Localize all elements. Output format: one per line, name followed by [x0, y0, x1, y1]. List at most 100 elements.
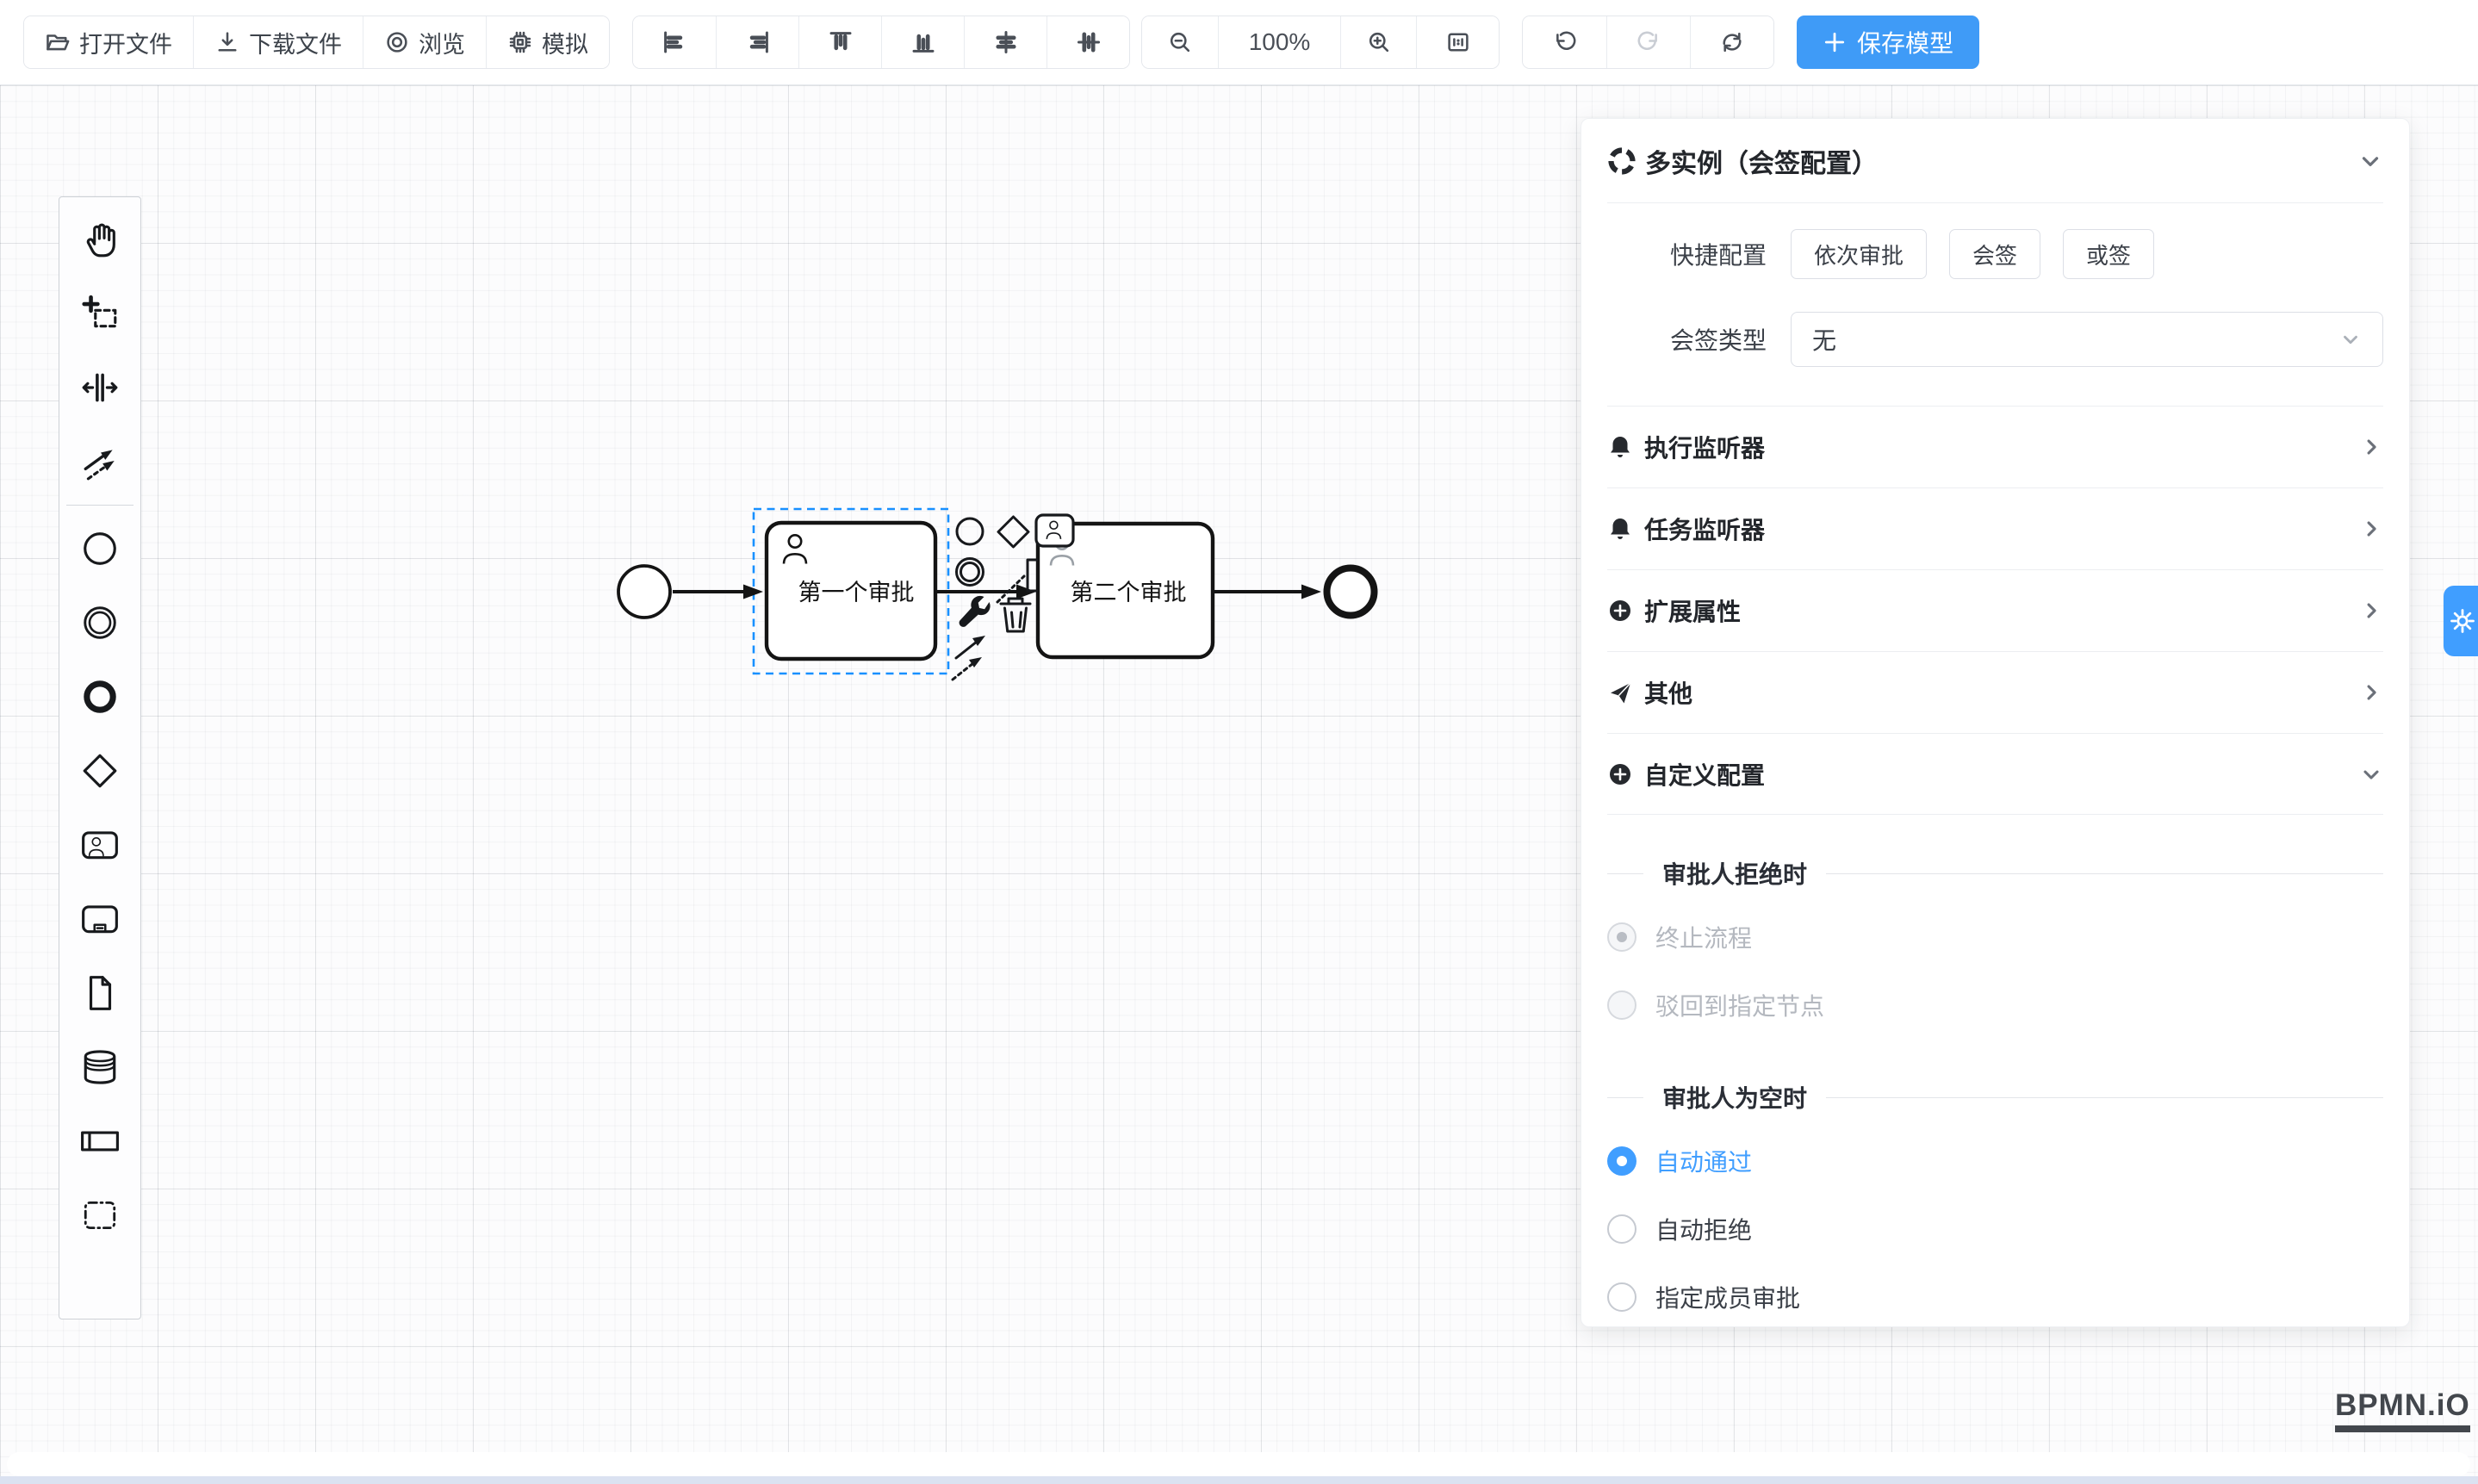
- save-model-label: 保存模型: [1857, 25, 1953, 59]
- create-group[interactable]: [63, 1178, 137, 1252]
- zoom-level-display[interactable]: 100%: [1218, 16, 1340, 68]
- chevron-down-icon[interactable]: [2357, 148, 2383, 174]
- align-top-icon: [828, 29, 854, 55]
- hand-tool[interactable]: [63, 202, 137, 276]
- distribute-vertical-icon: [1076, 29, 1102, 55]
- undo-button[interactable]: [1523, 16, 1606, 68]
- create-end-event[interactable]: [63, 660, 137, 734]
- wrench-change-type-icon[interactable]: [960, 596, 991, 627]
- file-button-group: 打开文件 下载文件 浏览 模拟: [23, 16, 610, 69]
- quick-config-label: 快捷配置: [1607, 237, 1767, 271]
- bell-icon: [1607, 516, 1633, 542]
- lasso-tool[interactable]: [63, 276, 137, 351]
- plus-circle-icon: [1607, 598, 1633, 624]
- accordion-list: 执行监听器 任务监听器 扩展属性 其他: [1607, 406, 2383, 815]
- section-task-listener[interactable]: 任务监听器: [1607, 487, 2383, 569]
- create-data-store[interactable]: [63, 1030, 137, 1104]
- task-label: 第一个审批: [798, 580, 915, 605]
- start-event[interactable]: [618, 566, 670, 618]
- chevron-down-icon: [2339, 328, 2362, 351]
- create-intermediate-event[interactable]: [63, 586, 137, 660]
- radio-auto-reject[interactable]: 自动拒绝: [1607, 1195, 2383, 1263]
- append-intermediate-event-icon[interactable]: [957, 559, 984, 586]
- settings-tab[interactable]: [2444, 586, 2478, 656]
- sign-type-value: 无: [1812, 322, 1836, 357]
- radio-auto-pass[interactable]: 自动通过: [1607, 1127, 2383, 1195]
- zoom-out-button[interactable]: [1142, 16, 1218, 68]
- download-icon: [214, 29, 240, 55]
- connect-tool-icon[interactable]: [953, 636, 985, 680]
- intermediate-event-icon: [80, 603, 120, 643]
- user-task-icon: [80, 825, 120, 865]
- preview-icon: [384, 29, 410, 55]
- radio-terminate-process[interactable]: 终止流程: [1607, 903, 2383, 971]
- zoom-out-icon: [1167, 29, 1193, 55]
- align-center-button[interactable]: [1046, 16, 1129, 68]
- history-button-group: [1522, 16, 1774, 69]
- preview-label: 浏览: [419, 26, 465, 59]
- chevron-down-icon: [2359, 762, 2383, 786]
- empty-section-title: 审批人为空时: [1607, 1080, 2383, 1115]
- align-right-button[interactable]: [716, 16, 798, 68]
- multi-instance-icon: [1607, 146, 1636, 176]
- subprocess-icon: [80, 899, 120, 939]
- or-sign-button[interactable]: 或签: [2063, 229, 2154, 279]
- section-extended-attributes[interactable]: 扩展属性: [1607, 569, 2383, 651]
- countersign-button[interactable]: 会签: [1949, 229, 2040, 279]
- zoom-in-button[interactable]: [1340, 16, 1416, 68]
- create-participant[interactable]: [63, 1104, 137, 1178]
- restart-button[interactable]: [1690, 16, 1773, 68]
- open-file-button[interactable]: 打开文件: [24, 16, 193, 68]
- align-button-group: [632, 16, 1130, 69]
- create-data-object[interactable]: [63, 956, 137, 1030]
- create-gateway[interactable]: [63, 734, 137, 808]
- panel-header[interactable]: 多实例（会签配置）: [1607, 119, 2383, 203]
- space-tool[interactable]: [63, 351, 137, 425]
- task-label: 第二个审批: [1071, 580, 1187, 605]
- section-label: 任务监听器: [1644, 512, 1765, 546]
- align-bottom-icon: [910, 29, 936, 55]
- simulate-button[interactable]: 模拟: [486, 16, 609, 68]
- restart-icon: [1719, 29, 1745, 55]
- section-label: 自定义配置: [1644, 757, 1765, 792]
- zoom-button-group: 100%: [1141, 16, 1500, 69]
- user-task-first-approval[interactable]: 第一个审批: [767, 523, 935, 659]
- element-palette: [59, 196, 141, 1319]
- fit-viewport-button[interactable]: [1416, 16, 1499, 68]
- end-event[interactable]: [1327, 568, 1375, 616]
- section-other[interactable]: 其他: [1607, 651, 2383, 733]
- align-top-button[interactable]: [798, 16, 881, 68]
- section-custom-config[interactable]: 自定义配置: [1607, 733, 2383, 815]
- bpmn-io-watermark[interactable]: BPMN.iO: [2335, 1388, 2470, 1432]
- redo-button[interactable]: [1606, 16, 1690, 68]
- preview-button[interactable]: 浏览: [363, 16, 486, 68]
- section-label: 其他: [1644, 675, 1692, 710]
- plus-icon: [1823, 30, 1847, 54]
- open-folder-icon: [45, 29, 71, 55]
- sequential-approve-button[interactable]: 依次审批: [1791, 229, 1927, 279]
- radio-circle: [1607, 1214, 1636, 1244]
- align-middle-button[interactable]: [964, 16, 1046, 68]
- radio-return-to-node[interactable]: 驳回到指定节点: [1607, 971, 2383, 1039]
- chevron-right-icon: [2359, 680, 2383, 705]
- radio-assign-member[interactable]: 指定成员审批: [1607, 1263, 2383, 1327]
- global-connect-tool[interactable]: [63, 425, 137, 499]
- create-start-event[interactable]: [63, 512, 137, 586]
- radio-label: 指定成员审批: [1655, 1280, 1800, 1314]
- align-bottom-button[interactable]: [881, 16, 964, 68]
- create-subprocess[interactable]: [63, 882, 137, 956]
- append-end-event-icon[interactable]: [957, 518, 983, 544]
- create-user-task[interactable]: [63, 808, 137, 882]
- section-label: 执行监听器: [1644, 430, 1765, 464]
- trash-delete-icon[interactable]: [1001, 599, 1030, 631]
- download-file-label: 下载文件: [249, 26, 342, 59]
- hand-icon: [80, 220, 120, 259]
- save-model-button[interactable]: 保存模型: [1797, 16, 1979, 69]
- fit-viewport-icon: [1445, 29, 1471, 55]
- section-execution-listener[interactable]: 执行监听器: [1607, 406, 2383, 487]
- download-file-button[interactable]: 下载文件: [193, 16, 363, 68]
- append-gateway-icon[interactable]: [998, 517, 1028, 547]
- append-user-task-icon[interactable]: [1036, 515, 1073, 546]
- sign-type-select[interactable]: 无: [1791, 312, 2383, 367]
- align-left-button[interactable]: [633, 16, 716, 68]
